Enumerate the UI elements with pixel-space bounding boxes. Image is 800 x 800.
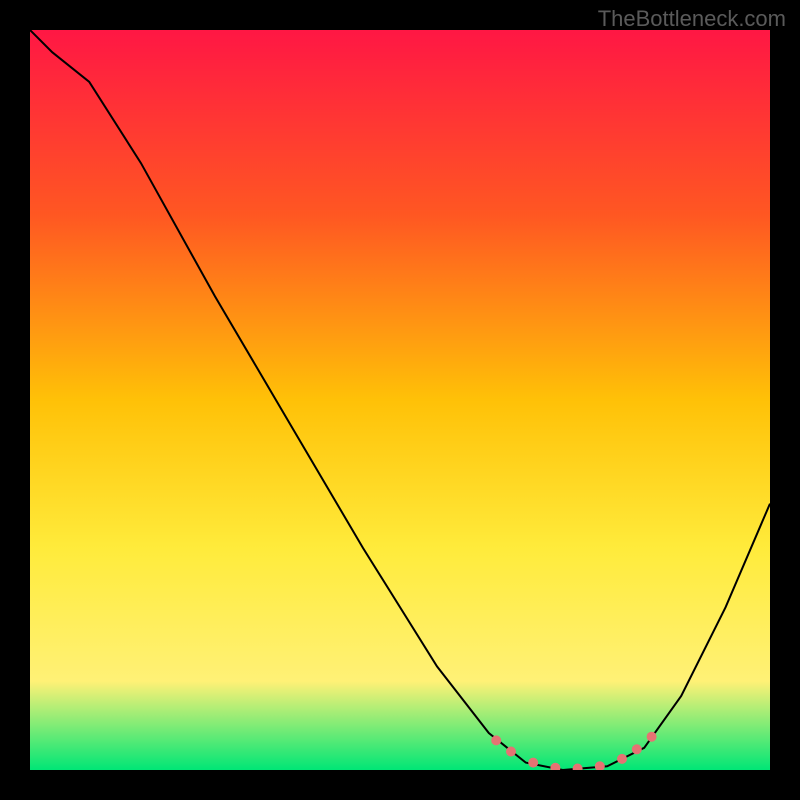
trough-markers-group xyxy=(491,732,656,770)
trough-marker-dot xyxy=(647,732,657,742)
trough-marker-dot xyxy=(595,761,605,770)
trough-marker-dot xyxy=(632,744,642,754)
curve-overlay xyxy=(30,30,770,770)
watermark-text: TheBottleneck.com xyxy=(598,6,786,32)
trough-marker-dot xyxy=(491,735,501,745)
bottleneck-curve xyxy=(30,30,770,770)
trough-marker-dot xyxy=(506,747,516,757)
trough-marker-dot xyxy=(528,758,538,768)
trough-marker-dot xyxy=(573,764,583,771)
trough-marker-dot xyxy=(550,763,560,770)
trough-marker-dot xyxy=(617,754,627,764)
chart-container xyxy=(30,30,770,770)
